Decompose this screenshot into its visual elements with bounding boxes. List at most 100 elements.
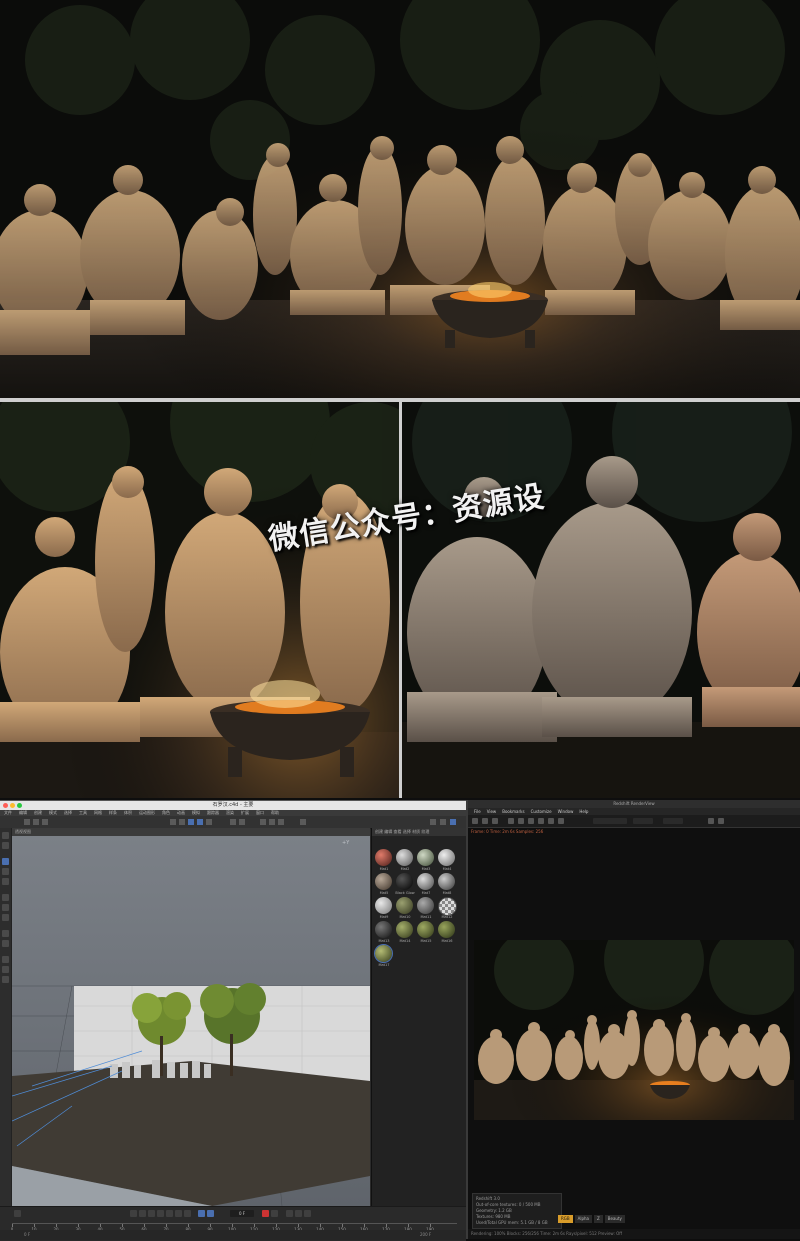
- key-scale-icon[interactable]: [304, 1210, 311, 1217]
- c4d-title-text: 石罗汉.c4d - 主要: [212, 802, 254, 808]
- bucket-icon[interactable]: [538, 818, 544, 824]
- key-position-icon[interactable]: [286, 1210, 293, 1217]
- key-rotation-icon[interactable]: [295, 1210, 302, 1217]
- start-render-icon[interactable]: [472, 818, 478, 824]
- render-view-icon[interactable]: [188, 819, 194, 825]
- snapshot-icon[interactable]: [508, 818, 514, 824]
- go-to-start-icon[interactable]: [130, 1210, 137, 1217]
- rs-render-image[interactable]: [474, 940, 794, 1120]
- polygons-mode-icon[interactable]: [2, 914, 9, 921]
- region-icon[interactable]: [528, 818, 534, 824]
- refresh-icon[interactable]: [482, 818, 488, 824]
- rs-tab-beauty[interactable]: Beauty: [604, 1215, 625, 1223]
- material-swatch[interactable]: [375, 897, 392, 914]
- clamp-icon[interactable]: [558, 818, 564, 824]
- next-frame-icon[interactable]: [166, 1210, 173, 1217]
- deformer-icon[interactable]: [260, 819, 266, 825]
- material-label: Mat7: [421, 891, 431, 895]
- rs-menu-item[interactable]: Bookmarks: [502, 808, 524, 815]
- scene-icon[interactable]: [300, 819, 306, 825]
- material-swatch[interactable]: [417, 921, 434, 938]
- aov-dropdown[interactable]: [593, 818, 627, 824]
- material-swatch[interactable]: [375, 849, 392, 866]
- material-swatch[interactable]: [417, 849, 434, 866]
- camera-icon[interactable]: [269, 819, 275, 825]
- current-frame-field[interactable]: 0 F: [230, 1210, 254, 1217]
- snap-icon[interactable]: [2, 930, 9, 937]
- material-swatch-selected[interactable]: [374, 944, 393, 963]
- material-swatch[interactable]: [438, 921, 455, 938]
- material-swatch[interactable]: [417, 873, 434, 890]
- render-picture-viewer-icon[interactable]: [197, 819, 203, 825]
- viewport-scene[interactable]: +Y: [12, 836, 370, 1206]
- compare-icon[interactable]: [718, 818, 724, 824]
- knife-icon[interactable]: [2, 976, 9, 983]
- model-mode-icon[interactable]: [170, 819, 176, 825]
- viewport-header[interactable]: 透视视图: [12, 828, 370, 836]
- material-swatch[interactable]: [396, 873, 413, 890]
- live-select-icon[interactable]: [42, 819, 48, 825]
- rs-menu-item[interactable]: File: [474, 808, 481, 815]
- perspective-viewport[interactable]: +Y: [12, 836, 370, 1206]
- rs-menu-item[interactable]: Help: [579, 808, 588, 815]
- go-to-end-icon[interactable]: [184, 1210, 191, 1217]
- undo-icon[interactable]: [24, 819, 30, 825]
- spline-icon[interactable]: [239, 819, 245, 825]
- rs-info-line: Frame: 0 Time: 2m 6s Samples: 256: [471, 829, 544, 834]
- light-icon[interactable]: [278, 819, 284, 825]
- material-label: Mat10: [399, 915, 411, 919]
- edges-mode-icon[interactable]: [2, 904, 9, 911]
- material-swatch[interactable]: [375, 921, 392, 938]
- redshift-renderview-window: Redshift RenderView File View Bookmarks …: [466, 800, 800, 1239]
- rs-tab-rgb[interactable]: RGB: [558, 1215, 573, 1223]
- lock-icon[interactable]: [518, 818, 524, 824]
- cube-icon[interactable]: [230, 819, 236, 825]
- record-mode-icon[interactable]: [207, 1210, 214, 1217]
- play-icon[interactable]: [157, 1210, 164, 1217]
- rs-menu-item[interactable]: Window: [558, 808, 574, 815]
- search-icon[interactable]: [440, 819, 446, 825]
- material-swatch[interactable]: [438, 849, 455, 866]
- rs-tab-z[interactable]: Z: [594, 1215, 603, 1223]
- render-settings-icon[interactable]: [206, 819, 212, 825]
- loop-icon[interactable]: [198, 1210, 205, 1217]
- texture-mode-icon[interactable]: [179, 819, 185, 825]
- material-swatch[interactable]: [396, 849, 413, 866]
- settings-icon[interactable]: [14, 1210, 21, 1217]
- fit-icon[interactable]: [708, 818, 714, 824]
- material-swatch[interactable]: [396, 921, 413, 938]
- next-key-icon[interactable]: [175, 1210, 182, 1217]
- scale-tool-icon[interactable]: [2, 878, 9, 885]
- exposure-field[interactable]: [633, 818, 653, 824]
- rs-tab-alpha[interactable]: Alpha: [574, 1215, 592, 1223]
- material-swatch[interactable]: [438, 873, 455, 890]
- stop-icon[interactable]: [492, 818, 498, 824]
- redshift-icon[interactable]: [450, 819, 456, 825]
- points-mode-icon[interactable]: [2, 894, 9, 901]
- search-tool-icon[interactable]: [2, 832, 9, 839]
- previous-key-icon[interactable]: [139, 1210, 146, 1217]
- rs-menu-item[interactable]: Customize: [531, 808, 552, 815]
- material-swatch[interactable]: [438, 897, 457, 916]
- material-swatch[interactable]: [417, 897, 434, 914]
- zoom-field[interactable]: [663, 818, 683, 824]
- paint-icon[interactable]: [2, 966, 9, 973]
- material-swatch[interactable]: [375, 873, 392, 890]
- zoom-icon[interactable]: [17, 803, 22, 808]
- color-picker-icon[interactable]: [548, 818, 554, 824]
- rs-menu-item[interactable]: View: [487, 808, 497, 815]
- select-tool-icon[interactable]: [2, 842, 9, 849]
- previous-frame-icon[interactable]: [148, 1210, 155, 1217]
- material-swatch[interactable]: [396, 897, 413, 914]
- record-icon[interactable]: [262, 1210, 269, 1217]
- autokey-icon[interactable]: [271, 1210, 278, 1217]
- minimize-icon[interactable]: [10, 803, 15, 808]
- brush-icon[interactable]: [2, 956, 9, 963]
- axis-icon[interactable]: [2, 940, 9, 947]
- material-label: Mat9: [379, 915, 389, 919]
- redo-icon[interactable]: [33, 819, 39, 825]
- rotate-tool-icon[interactable]: [2, 868, 9, 875]
- close-icon[interactable]: [3, 803, 8, 808]
- move-tool-icon[interactable]: [2, 858, 9, 865]
- layout-icon[interactable]: [430, 819, 436, 825]
